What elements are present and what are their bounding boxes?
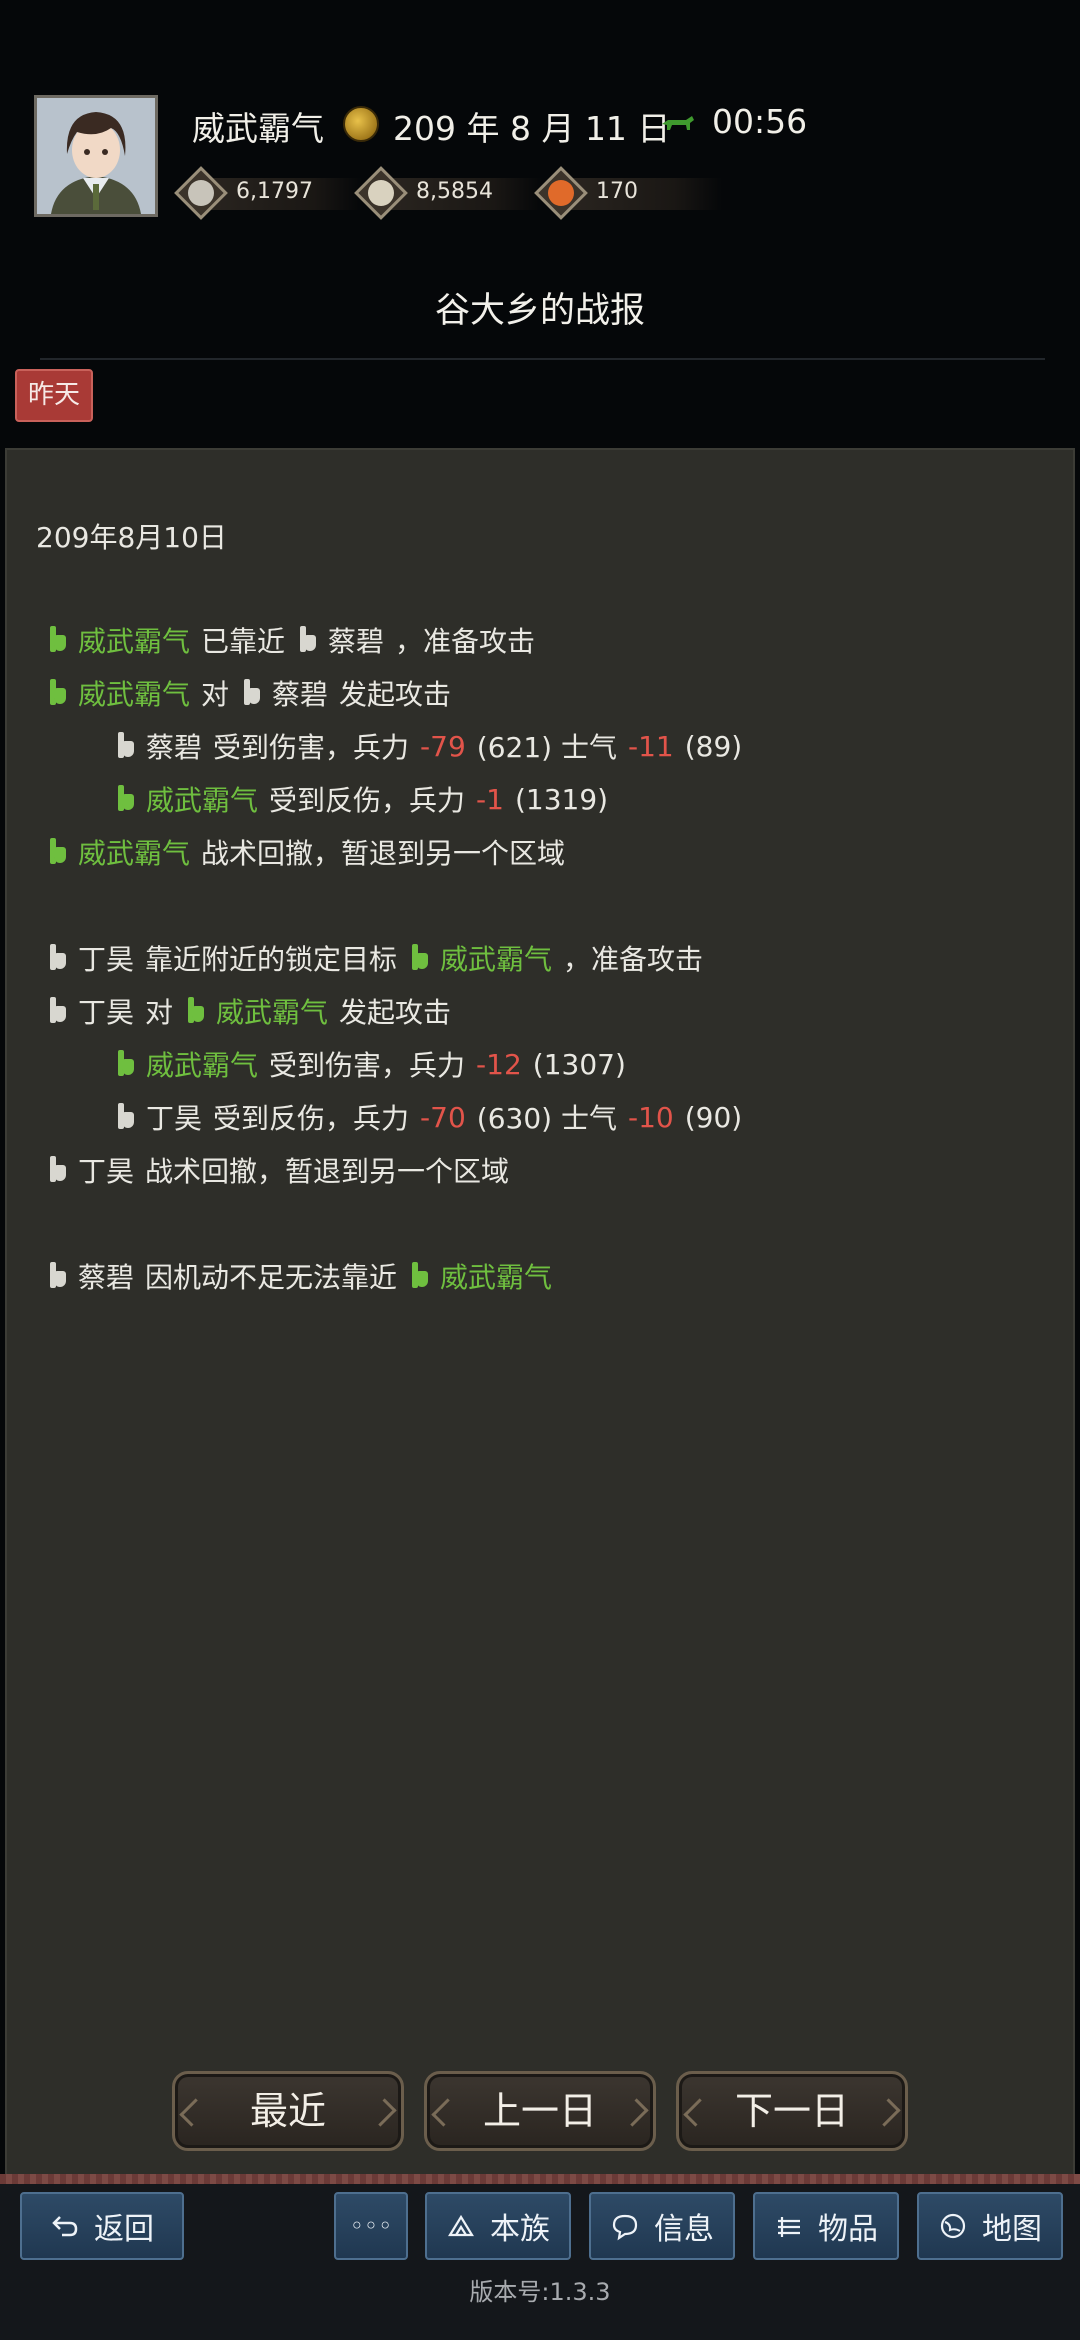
soldier-icon [240,679,262,707]
next-day-button[interactable]: 下一日 [676,2071,908,2151]
soldier-icon [114,732,136,760]
medal-icon [534,166,588,220]
report-line: 丁昊 靠近附近的锁定目标 威武霸气 ，准备攻击 [46,938,703,978]
soldier-icon [46,1262,68,1290]
more-button[interactable]: ◦◦◦ [334,2192,408,2260]
soldier-icon [408,1262,430,1290]
soldier-icon [408,944,430,972]
items-button[interactable]: 物品 [753,2192,899,2260]
soldier-icon [46,626,68,654]
report-line: 丁昊 受到反伤，兵力 -70 (630) 士气 -10 (90) [114,1097,742,1137]
more-icon: ◦◦◦ [349,2212,393,2240]
back-icon [52,2216,78,2237]
globe-icon [940,2213,966,2239]
report-line: 蔡碧 受到伤害，兵力 -79 (621) 士气 -11 (89) [114,726,742,766]
grain-icon [354,166,408,220]
divider [40,358,1045,360]
report-line: 丁昊 战术回撤，暂退到另一个区域 [46,1150,509,1190]
sun-coin-icon [343,106,379,142]
filter-badge[interactable]: 昨天 [15,369,93,422]
soldier-icon [46,944,68,972]
info-button[interactable]: 信息 [589,2192,735,2260]
soldier-icon [184,997,206,1025]
soldier-icon [46,838,68,866]
player-name: 威武霸气 [192,109,324,148]
report-line: 威武霸气 已靠近 蔡碧 ，准备攻击 [46,620,535,660]
soldier-icon [46,1156,68,1184]
recent-button[interactable]: 最近 [172,2071,404,2151]
nav-border [0,2174,1080,2184]
soldier-icon [114,1103,136,1131]
silver-icon [174,166,228,220]
report-line: 蔡碧 因机动不足无法靠近 威武霸气 [46,1256,552,1296]
soldier-icon [296,626,318,654]
clan-button[interactable]: 本族 [425,2192,571,2260]
report-line: 威武霸气 战术回撤，暂退到另一个区域 [46,832,565,872]
map-button[interactable]: 地图 [917,2192,1063,2260]
report-line: 威武霸气 对 蔡碧 发起攻击 [46,673,451,713]
previous-day-button[interactable]: 上一日 [424,2071,656,2151]
report-date: 209年8月10日 [36,521,227,554]
horse-icon [662,116,694,130]
chat-icon [612,2214,638,2241]
items-icon [778,2217,800,2237]
clan-icon [448,2214,474,2237]
report-line: 威武霸气 受到反伤，兵力 -1 (1319) [114,779,608,819]
soldier-icon [114,785,136,813]
player-avatar[interactable] [34,95,158,217]
page-title: 谷大乡的战报 [434,291,645,331]
soldier-icon [46,997,68,1025]
version-label: 版本号:1.3.3 [469,2278,611,2306]
game-time: 00:56 [712,102,808,141]
soldier-icon [46,679,68,707]
report-line: 丁昊 对 威武霸气 发起攻击 [46,991,451,1031]
back-button[interactable]: 返回 [20,2192,184,2260]
game-date: 209 年 8 月 11 日 [393,109,671,148]
soldier-icon [114,1050,136,1078]
report-line: 威武霸气 受到伤害，兵力 -12 (1307) [114,1044,626,1084]
